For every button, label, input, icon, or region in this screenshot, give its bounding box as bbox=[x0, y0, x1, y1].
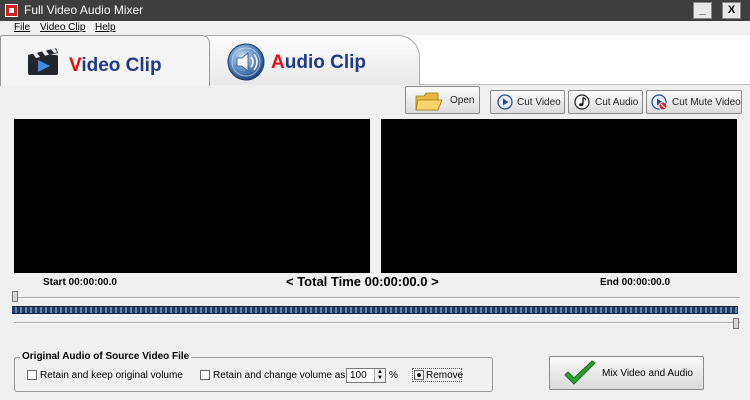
app-icon bbox=[5, 4, 18, 17]
tab-audio-clip-label: Audio Clip bbox=[271, 52, 366, 73]
folder-icon bbox=[415, 92, 443, 111]
music-note-icon bbox=[574, 94, 590, 110]
menu-bar: File Video Clip Help bbox=[0, 21, 750, 35]
tab-video-clip[interactable]: Video Clip bbox=[0, 35, 210, 86]
timeline-strip[interactable] bbox=[12, 306, 738, 314]
minimize-button[interactable]: _ bbox=[693, 2, 712, 19]
open-button-label: Open bbox=[450, 95, 475, 106]
checkmark-icon bbox=[564, 360, 596, 385]
cut-audio-label: Cut Audio bbox=[595, 97, 639, 108]
retain-keep-label: Retain and keep original volume bbox=[40, 370, 183, 381]
tab-audio-clip[interactable]: Audio Clip bbox=[205, 35, 420, 85]
play-circle-icon bbox=[497, 94, 513, 110]
menu-file[interactable]: File bbox=[14, 22, 30, 33]
cut-video-label: Cut Video bbox=[517, 97, 561, 108]
start-slider-thumb[interactable] bbox=[12, 291, 18, 302]
spinner-arrows-icon[interactable]: ▲ ▼ bbox=[374, 369, 385, 382]
cut-audio-button[interactable]: Cut Audio bbox=[568, 90, 643, 114]
mix-button-label: Mix Video and Audio bbox=[602, 368, 693, 379]
speaker-icon bbox=[227, 43, 265, 81]
menu-video-clip[interactable]: Video Clip bbox=[40, 22, 85, 33]
cut-mute-video-label: Cut Mute Video bbox=[672, 97, 741, 108]
menu-help[interactable]: Help bbox=[95, 22, 116, 33]
end-slider-thumb[interactable] bbox=[733, 318, 739, 329]
output-preview[interactable] bbox=[381, 119, 737, 273]
volume-value: 100 bbox=[350, 370, 367, 381]
mute-video-icon bbox=[651, 94, 668, 111]
video-preview[interactable] bbox=[14, 119, 370, 273]
retain-change-checkbox[interactable] bbox=[200, 370, 210, 380]
start-time: Start 00:00:00.0 bbox=[43, 277, 117, 288]
percent-label: % bbox=[389, 370, 398, 381]
title-bar: Full Video Audio Mixer _ X bbox=[0, 0, 750, 21]
end-time: End 00:00:00.0 bbox=[600, 277, 671, 288]
total-time: < Total Time 00:00:00.0 > bbox=[286, 274, 439, 289]
tab-strip: Audio Clip Video Clip bbox=[0, 35, 750, 86]
mix-video-audio-button[interactable]: Mix Video and Audio bbox=[549, 356, 704, 390]
clapperboard-icon bbox=[28, 48, 58, 75]
cut-video-button[interactable]: Cut Video bbox=[490, 90, 565, 114]
retain-change-label: Retain and change volume as bbox=[213, 370, 346, 381]
open-button[interactable]: Open bbox=[405, 86, 480, 114]
audio-options-title: Original Audio of Source Video File bbox=[20, 351, 192, 362]
window-title: Full Video Audio Mixer bbox=[24, 3, 144, 17]
remove-focus-outline bbox=[412, 368, 462, 382]
cut-mute-video-button[interactable]: Cut Mute Video bbox=[646, 90, 742, 114]
tab-video-clip-label: Video Clip bbox=[69, 55, 162, 76]
retain-keep-checkbox[interactable] bbox=[27, 370, 37, 380]
start-slider-track[interactable] bbox=[14, 297, 740, 299]
close-button[interactable]: X bbox=[722, 2, 741, 19]
end-slider-track[interactable] bbox=[14, 322, 740, 324]
volume-spinner[interactable]: 100 ▲ ▼ bbox=[346, 368, 386, 383]
